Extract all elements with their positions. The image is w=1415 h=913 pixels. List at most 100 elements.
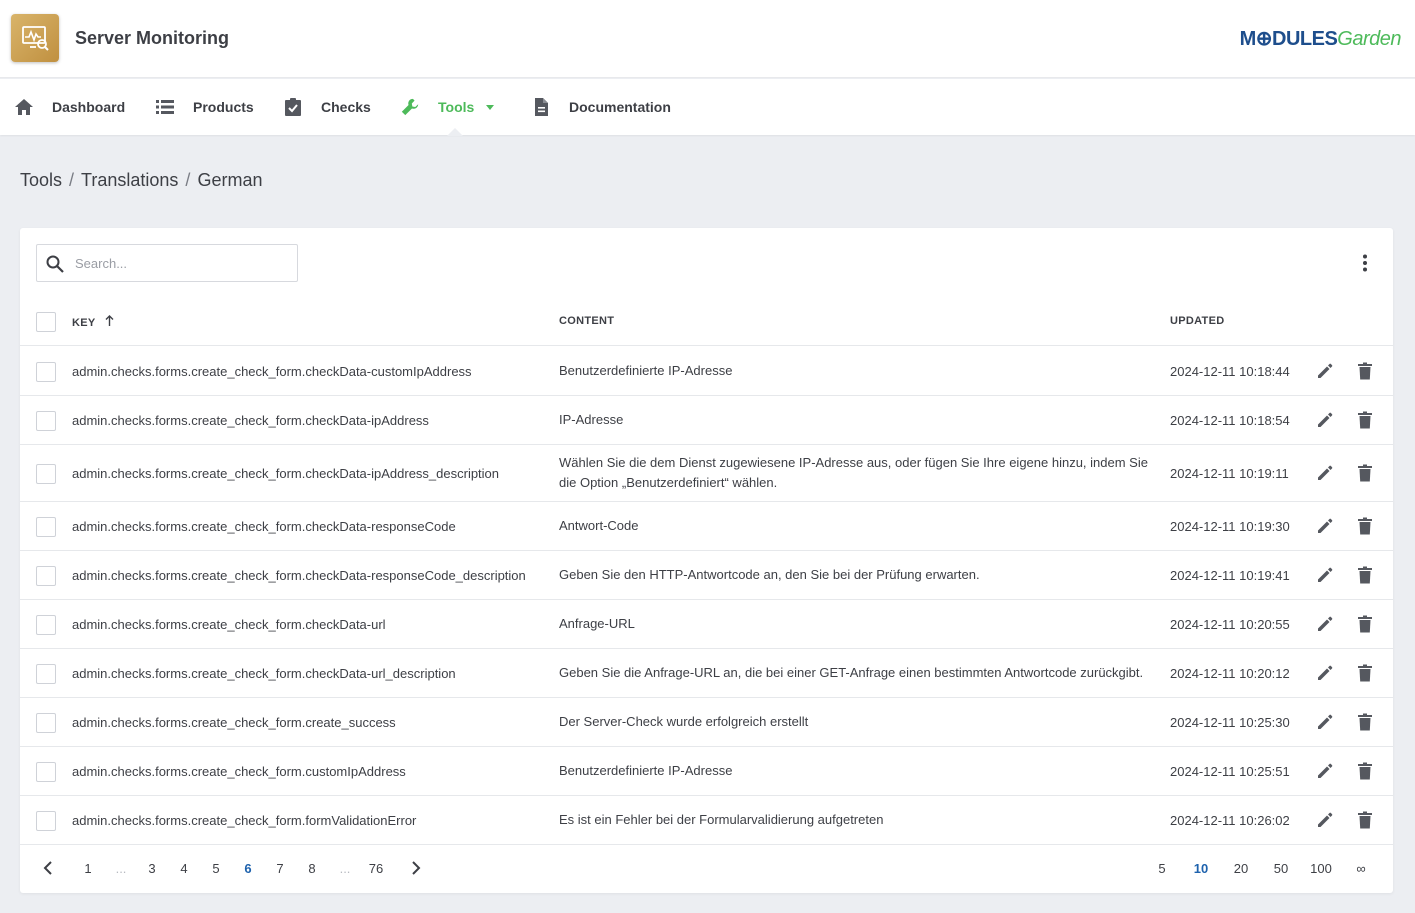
page-size-option[interactable]: 50	[1272, 861, 1290, 876]
brand-logo-strong: M⊕DULES	[1239, 28, 1338, 50]
row-checkbox[interactable]	[36, 811, 56, 831]
table-row: admin.checks.forms.create_check_form.che…	[20, 396, 1393, 445]
row-checkbox[interactable]	[36, 517, 56, 537]
edit-icon[interactable]	[1315, 712, 1335, 732]
breadcrumb-separator: /	[185, 170, 191, 190]
edit-icon[interactable]	[1315, 761, 1335, 781]
nav-item-dashboard[interactable]: Dashboard	[14, 79, 125, 135]
page-link[interactable]: 8	[307, 861, 317, 876]
page-size-option[interactable]: 100	[1308, 861, 1334, 876]
app-logo-icon[interactable]	[11, 14, 59, 62]
delete-icon[interactable]	[1355, 516, 1375, 536]
row-checkbox[interactable]	[36, 615, 56, 635]
table-row: admin.checks.forms.create_check_form.for…	[20, 796, 1393, 845]
column-header-updated[interactable]: UPDATED	[1170, 315, 1224, 327]
page-link[interactable]: 7	[275, 861, 285, 876]
cell-updated: 2024-12-11 10:25:51	[1170, 763, 1290, 779]
cell-key: admin.checks.forms.create_check_form.cre…	[72, 714, 396, 730]
page-size-option-current[interactable]: 10	[1192, 861, 1210, 876]
more-options-icon[interactable]	[1361, 254, 1369, 272]
table-row: admin.checks.forms.create_check_form.che…	[20, 551, 1393, 600]
table-row: admin.checks.forms.create_check_form.che…	[20, 445, 1393, 502]
delete-icon[interactable]	[1355, 663, 1375, 683]
delete-icon[interactable]	[1355, 712, 1375, 732]
cell-key: admin.checks.forms.create_check_form.che…	[72, 412, 429, 428]
edit-icon[interactable]	[1315, 565, 1335, 585]
search-box	[36, 244, 298, 282]
nav-item-checks[interactable]: Checks	[283, 79, 371, 135]
delete-icon[interactable]	[1355, 565, 1375, 585]
delete-icon[interactable]	[1355, 810, 1375, 830]
translations-card: KEY CONTENT UPDATED admin.checks.forms.c…	[20, 228, 1393, 893]
column-header-key[interactable]: KEY	[72, 315, 114, 329]
active-nav-indicator	[447, 128, 463, 136]
row-checkbox[interactable]	[36, 713, 56, 733]
wrench-icon	[400, 97, 420, 117]
main-nav: Dashboard Products Checks Tools Document…	[0, 79, 1415, 136]
breadcrumb-separator: /	[69, 170, 75, 190]
cell-updated: 2024-12-11 10:19:41	[1170, 567, 1290, 583]
page-size-option-all[interactable]: ∞	[1355, 861, 1367, 876]
page-ellipsis: ...	[115, 861, 127, 876]
document-icon	[531, 97, 551, 117]
nav-item-products[interactable]: Products	[155, 79, 254, 135]
chevron-right-icon[interactable]	[410, 860, 422, 879]
table-row: admin.checks.forms.create_check_form.cre…	[20, 698, 1393, 747]
breadcrumb-translations[interactable]: Translations	[81, 170, 178, 190]
cell-updated: 2024-12-11 10:26:02	[1170, 812, 1290, 828]
chevron-left-icon[interactable]	[42, 860, 54, 879]
page-link[interactable]: 5	[211, 861, 221, 876]
breadcrumb: Tools / Translations / German	[20, 170, 262, 191]
search-input[interactable]	[75, 253, 285, 273]
cell-key: admin.checks.forms.create_check_form.che…	[72, 567, 526, 583]
list-icon	[155, 97, 175, 117]
cell-content: Benutzerdefinierte IP-Adresse	[559, 363, 733, 378]
nav-item-documentation[interactable]: Documentation	[531, 79, 671, 135]
top-bar: Server Monitoring M⊕DULESGarden	[0, 0, 1415, 78]
row-checkbox[interactable]	[36, 566, 56, 586]
clipboard-check-icon	[283, 97, 303, 117]
page-size-option[interactable]: 20	[1232, 861, 1250, 876]
nav-item-tools[interactable]: Tools	[400, 79, 495, 135]
cell-updated: 2024-12-11 10:19:11	[1170, 465, 1289, 481]
page-link-current[interactable]: 6	[243, 861, 253, 876]
edit-icon[interactable]	[1315, 361, 1335, 381]
cell-content: Anfrage-URL	[559, 616, 635, 631]
page-link[interactable]: 1	[83, 861, 93, 876]
breadcrumb-tools[interactable]: Tools	[20, 170, 62, 190]
delete-icon[interactable]	[1355, 361, 1375, 381]
cell-updated: 2024-12-11 10:20:12	[1170, 665, 1290, 681]
page-link[interactable]: 76	[367, 861, 385, 876]
delete-icon[interactable]	[1355, 761, 1375, 781]
cell-updated: 2024-12-11 10:25:30	[1170, 714, 1290, 730]
row-checkbox[interactable]	[36, 464, 56, 484]
cell-content: Antwort-Code	[559, 518, 639, 533]
row-checkbox[interactable]	[36, 411, 56, 431]
edit-icon[interactable]	[1315, 810, 1335, 830]
page-link[interactable]: 3	[147, 861, 157, 876]
page-size-option[interactable]: 5	[1157, 861, 1167, 876]
column-header-key-label: KEY	[72, 317, 96, 329]
delete-icon[interactable]	[1355, 463, 1375, 483]
edit-icon[interactable]	[1315, 614, 1335, 634]
select-all-checkbox[interactable]	[36, 312, 56, 332]
cell-content: Geben Sie die Anfrage-URL an, die bei ei…	[559, 665, 1144, 680]
delete-icon[interactable]	[1355, 614, 1375, 634]
delete-icon[interactable]	[1355, 410, 1375, 430]
edit-icon[interactable]	[1315, 516, 1335, 536]
row-checkbox[interactable]	[36, 362, 56, 382]
row-checkbox[interactable]	[36, 762, 56, 782]
nav-item-label: Checks	[321, 99, 371, 115]
page-link[interactable]: 4	[179, 861, 189, 876]
cell-content: Es ist ein Fehler bei der Formularvalidi…	[559, 812, 884, 827]
edit-icon[interactable]	[1315, 410, 1335, 430]
row-checkbox[interactable]	[36, 664, 56, 684]
table-row: admin.checks.forms.create_check_form.cus…	[20, 747, 1393, 796]
edit-icon[interactable]	[1315, 663, 1335, 683]
sort-asc-icon	[105, 315, 114, 329]
edit-icon[interactable]	[1315, 463, 1335, 483]
pagination: 1 ... 3 4 5 6 7 8 ... 76 5 10 20 50 100 …	[20, 846, 1393, 893]
column-header-content[interactable]: CONTENT	[559, 315, 614, 327]
brand-logo[interactable]: M⊕DULESGarden	[1239, 26, 1402, 51]
chevron-down-icon	[486, 104, 495, 110]
